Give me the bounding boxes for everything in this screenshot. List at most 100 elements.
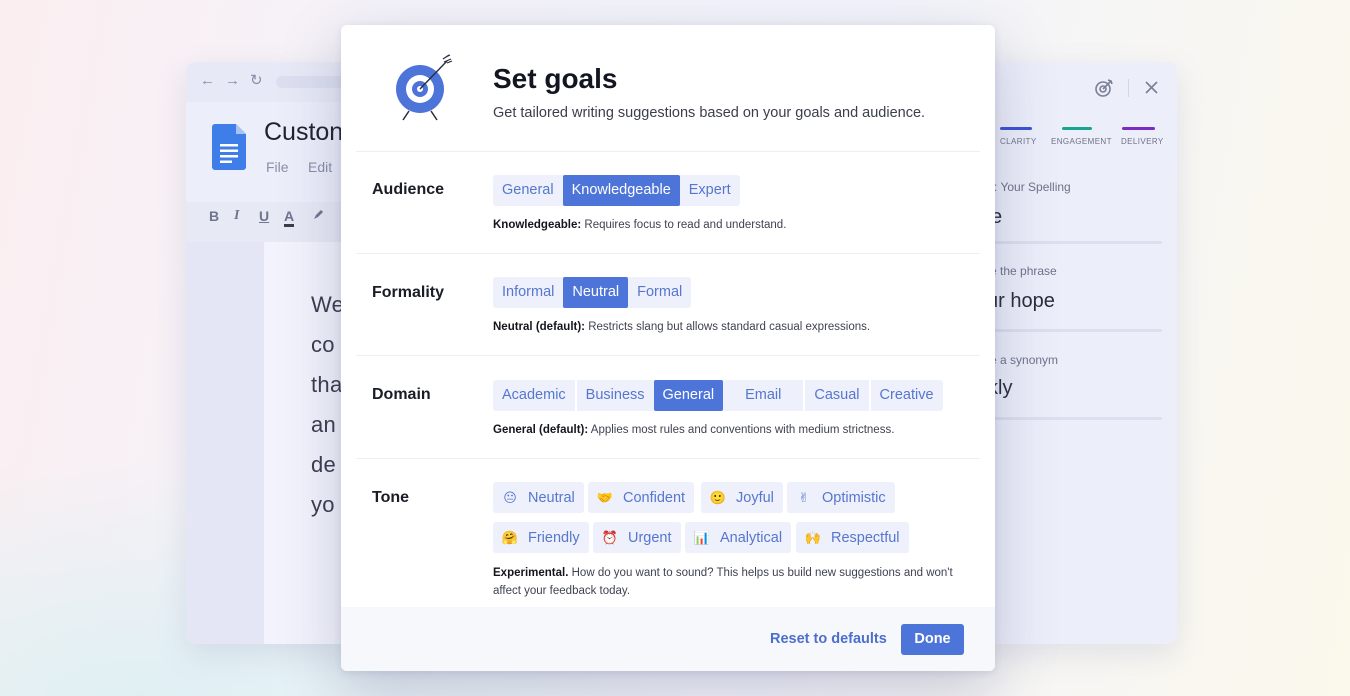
audience-description-text: Requires focus to read and understand. [581, 219, 787, 231]
domain-label: Domain [372, 386, 431, 403]
domain-selector: Academic Business General Email Casual C… [493, 380, 943, 411]
tone-chip-urgent[interactable]: ⏰ Urgent [593, 522, 681, 553]
tone-chip-respectful[interactable]: 🙌 Respectful [796, 522, 909, 553]
domain-option-general[interactable]: General [653, 380, 724, 411]
tone-chip-confident[interactable]: 🤝 Confident [588, 482, 695, 513]
tone-chip-joyful[interactable]: 🙂 Joyful [701, 482, 783, 513]
dialog-footer: Reset to defaults Done [341, 607, 995, 671]
audience-option-expert[interactable]: Expert [680, 175, 740, 206]
section-divider [356, 458, 980, 459]
suggestion-card-type: e the phrase [990, 264, 1057, 278]
address-bar[interactable] [276, 76, 346, 88]
card-divider [990, 417, 1162, 420]
suggestion-card-type: : Your Spelling [994, 180, 1071, 194]
done-button[interactable]: Done [901, 624, 964, 655]
domain-description-title: General (default): [493, 424, 589, 436]
tone-description-title: Experimental. [493, 567, 569, 579]
dialog-subtitle: Get tailored writing suggestions based o… [493, 105, 926, 121]
audience-description-title: Knowledgeable: [493, 219, 582, 231]
domain-description: General (default): Applies most rules an… [493, 424, 894, 436]
target-arrow-icon [396, 54, 453, 121]
document-text-line: an [311, 412, 337, 437]
goals-target-icon[interactable] [1094, 78, 1114, 98]
bar-chart-icon: 📊 [693, 530, 711, 545]
reload-icon[interactable]: ↻ [250, 72, 263, 90]
formality-description: Neutral (default): Restricts slang but a… [493, 321, 870, 333]
menu-edit[interactable]: Edit [308, 159, 332, 175]
bold-icon[interactable]: B [209, 208, 219, 224]
audience-label: Audience [372, 181, 445, 198]
clarity-bar [1000, 127, 1032, 130]
engagement-bar [1062, 127, 1092, 130]
audience-option-knowledgeable[interactable]: Knowledgeable [562, 175, 680, 206]
tone-chip-label: Joyful [736, 490, 774, 506]
highlight-icon[interactable] [312, 207, 326, 221]
menu-file[interactable]: File [266, 159, 289, 175]
audience-option-general[interactable]: General [493, 175, 563, 206]
tone-chip-label: Friendly [528, 530, 580, 546]
card-divider [990, 329, 1162, 332]
tone-chip-label: Respectful [831, 530, 900, 546]
formality-option-neutral[interactable]: Neutral [563, 277, 629, 308]
domain-description-text: Applies most rules and conventions with … [588, 424, 895, 436]
tone-chip-label: Urgent [628, 530, 672, 546]
metric-label-delivery[interactable]: DELIVERY [1121, 137, 1164, 146]
formality-option-formal[interactable]: Formal [628, 277, 691, 308]
underline-icon[interactable]: U [259, 208, 269, 224]
document-title[interactable]: Custon [264, 118, 343, 147]
raised-hands-icon: 🙌 [804, 530, 822, 545]
set-goals-dialog: Set goals Get tailored writing suggestio… [341, 25, 995, 671]
domain-option-academic[interactable]: Academic [493, 380, 575, 411]
formality-option-informal[interactable]: Informal [493, 277, 563, 308]
reset-to-defaults-button[interactable]: Reset to defaults [770, 631, 887, 647]
delivery-bar [1122, 127, 1155, 130]
tone-chip-optimistic[interactable]: ✌ Optimistic [787, 482, 895, 513]
hugging-face-icon: 🤗 [501, 530, 519, 545]
back-arrow-icon[interactable]: ← [200, 72, 215, 90]
close-icon[interactable] [1144, 80, 1159, 95]
tone-chip-friendly[interactable]: 🤗 Friendly [493, 522, 589, 553]
victory-hand-icon: ✌ [798, 490, 810, 505]
tone-chip-analytical[interactable]: 📊 Analytical [685, 522, 792, 553]
tone-chip-neutral[interactable]: 😐 Neutral [493, 482, 584, 513]
forward-arrow-icon[interactable]: → [225, 72, 240, 90]
italic-icon[interactable]: I [234, 208, 239, 224]
neutral-face-icon: 😐 [503, 490, 517, 505]
document-text-line: We [311, 292, 345, 317]
formality-description-title: Neutral (default): [493, 321, 585, 333]
smiling-face-icon: 🙂 [709, 490, 727, 505]
alarm-clock-icon: ⏰ [601, 530, 619, 545]
metric-label-clarity[interactable]: CLARITY [1000, 137, 1037, 146]
card-divider [990, 241, 1162, 244]
domain-option-business[interactable]: Business [574, 380, 654, 411]
section-divider [356, 253, 980, 254]
document-text-line: yo [311, 492, 335, 517]
section-divider [356, 151, 980, 152]
dialog-title: Set goals [493, 63, 618, 94]
document-text-line: tha [311, 372, 343, 397]
document-header [186, 102, 346, 202]
tone-label: Tone [372, 489, 410, 506]
toolbar-separator [1128, 79, 1129, 97]
formality-description-text: Restricts slang but allows standard casu… [585, 321, 871, 333]
domain-option-casual[interactable]: Casual [803, 380, 868, 411]
google-docs-icon [212, 124, 246, 170]
document-margin [186, 242, 264, 644]
domain-option-creative[interactable]: Creative [868, 380, 943, 411]
audience-description: Knowledgeable: Requires focus to read an… [493, 219, 786, 231]
suggestion-card-text[interactable]: ur hope [987, 290, 1055, 313]
tone-chip-label: Analytical [720, 530, 783, 546]
suggestion-card-type: e a synonym [990, 353, 1059, 367]
tone-description: Experimental. How do you want to sound? … [493, 565, 953, 600]
domain-option-email[interactable]: Email [723, 380, 803, 411]
document-text-line: de [311, 452, 337, 477]
tone-chip-label: Neutral [528, 490, 575, 506]
section-divider [356, 355, 980, 356]
handshake-icon: 🤝 [596, 490, 614, 505]
text-color-icon[interactable]: A [284, 208, 295, 227]
document-text-line: co [311, 332, 335, 357]
formality-label: Formality [372, 284, 445, 301]
tone-chip-label: Optimistic [822, 490, 886, 506]
metric-label-engagement[interactable]: ENGAGEMENT [1051, 137, 1112, 146]
tone-chip-label: Confident [623, 490, 686, 506]
